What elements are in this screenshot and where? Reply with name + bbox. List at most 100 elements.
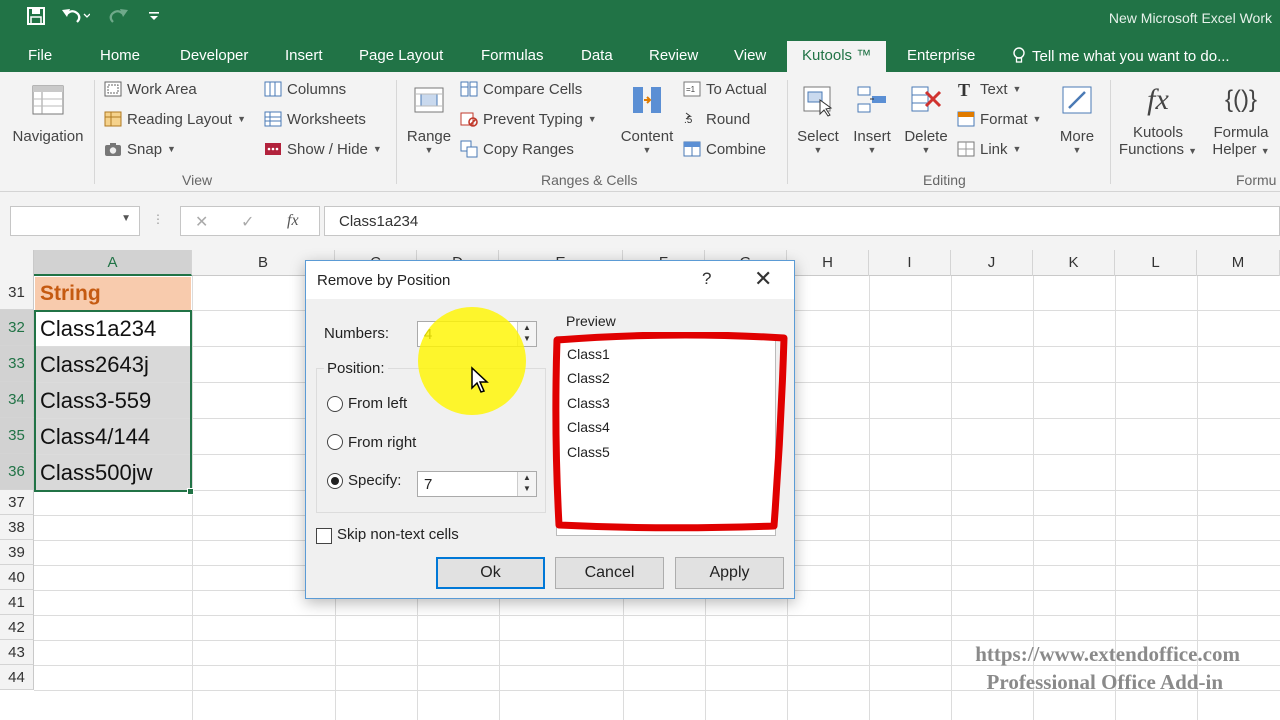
- row-header[interactable]: 41: [0, 590, 34, 615]
- worksheets-button[interactable]: Worksheets: [264, 110, 366, 128]
- undo-icon[interactable]: [60, 6, 90, 26]
- close-icon[interactable]: ✕: [754, 266, 772, 292]
- cancel-button[interactable]: Cancel: [555, 557, 664, 589]
- specify-radio[interactable]: [327, 473, 343, 489]
- format-button[interactable]: Format ▼: [957, 110, 1041, 128]
- tab-file[interactable]: File: [28, 47, 52, 64]
- cancel-icon[interactable]: ✕: [195, 212, 208, 232]
- skip-non-text-label[interactable]: Skip non-text cells: [337, 526, 459, 543]
- column-header[interactable]: L: [1115, 250, 1197, 276]
- snap-button[interactable]: Snap ▼: [104, 140, 176, 158]
- reading-layout-button[interactable]: Reading Layout ▼: [104, 110, 246, 128]
- from-left-radio[interactable]: [327, 396, 343, 412]
- specify-spinbox[interactable]: 7 ▲ ▼: [417, 471, 537, 497]
- row-header[interactable]: 39: [0, 540, 34, 565]
- reading-layout-icon: [104, 111, 122, 127]
- redo-icon[interactable]: [104, 6, 134, 26]
- round-button[interactable]: .5 Round: [683, 110, 750, 128]
- row-header[interactable]: 35: [0, 418, 34, 454]
- row-header[interactable]: 36: [0, 454, 34, 490]
- spin-arrows-icon[interactable]: ▲ ▼: [517, 472, 536, 496]
- row-header[interactable]: 38: [0, 515, 34, 540]
- row-header[interactable]: 44: [0, 665, 34, 690]
- tab-insert[interactable]: Insert: [285, 47, 323, 64]
- select-all-corner[interactable]: [0, 250, 34, 276]
- navigation-label: Navigation: [12, 128, 84, 145]
- customize-qat-icon[interactable]: [148, 9, 160, 23]
- mouse-cursor-icon: [471, 366, 489, 393]
- link-label: Link: [980, 140, 1008, 158]
- delete-button[interactable]: Delete ▼: [901, 82, 951, 155]
- row-header[interactable]: 43: [0, 640, 34, 665]
- insert-button[interactable]: Insert ▼: [848, 82, 896, 155]
- tab-developer[interactable]: Developer: [180, 47, 248, 64]
- tab-review[interactable]: Review: [649, 47, 698, 64]
- column-header[interactable]: A: [34, 250, 192, 276]
- more-button[interactable]: More ▼: [1054, 82, 1100, 155]
- show-hide-button[interactable]: Show / Hide ▼: [264, 140, 382, 158]
- column-header[interactable]: J: [951, 250, 1033, 276]
- from-right-radio[interactable]: [327, 434, 343, 450]
- from-left-label[interactable]: From left: [348, 395, 407, 412]
- tab-home[interactable]: Home: [100, 47, 140, 64]
- fill-handle[interactable]: [187, 488, 194, 495]
- formula-helper-button[interactable]: {()} Formula Helper ▼: [1206, 82, 1276, 158]
- content-button[interactable]: Content ▼: [616, 82, 678, 155]
- ranges-group-label: Ranges & Cells: [541, 172, 638, 188]
- row-header[interactable]: 40: [0, 565, 34, 590]
- camera-icon: [105, 143, 121, 156]
- apply-button[interactable]: Apply: [675, 557, 784, 589]
- insert-function-icon[interactable]: fx: [287, 212, 299, 230]
- from-right-label[interactable]: From right: [348, 434, 416, 451]
- text-button[interactable]: T Text ▼: [957, 80, 1021, 98]
- prevent-typing-button[interactable]: Prevent Typing ▼: [460, 110, 597, 128]
- column-header[interactable]: M: [1197, 250, 1280, 276]
- compare-cells-button[interactable]: Compare Cells: [460, 80, 582, 98]
- tab-kutools[interactable]: Kutools ™: [787, 41, 887, 72]
- name-box[interactable]: ▼: [10, 206, 140, 236]
- cell-header-string[interactable]: String: [35, 277, 191, 310]
- tab-view[interactable]: View: [734, 47, 766, 64]
- row-header[interactable]: 33: [0, 346, 34, 382]
- row-header[interactable]: 31: [0, 276, 34, 310]
- numbers-label: Numbers:: [324, 325, 390, 342]
- skip-non-text-checkbox[interactable]: [316, 528, 332, 544]
- range-button[interactable]: Range ▼: [404, 82, 454, 155]
- tab-enterprise[interactable]: Enterprise: [907, 47, 975, 64]
- row-header[interactable]: 42: [0, 615, 34, 640]
- fx-icon: fx: [1147, 83, 1169, 116]
- save-icon[interactable]: [26, 6, 46, 26]
- row-header[interactable]: 37: [0, 490, 34, 515]
- to-actual-button[interactable]: =1 To Actual: [683, 80, 767, 98]
- row-header[interactable]: 32: [0, 310, 34, 346]
- drag-handle-icon[interactable]: ⋮: [152, 212, 164, 226]
- column-header[interactable]: K: [1033, 250, 1115, 276]
- ribbon-separator: [787, 80, 788, 184]
- work-area-button[interactable]: Work Area: [104, 80, 197, 98]
- ribbon-tabs: File Home Developer Insert Page Layout F…: [0, 38, 1280, 72]
- specify-label[interactable]: Specify:: [348, 472, 401, 489]
- view-group-label: View: [182, 172, 213, 188]
- chevron-down-icon: ▼: [1072, 145, 1082, 155]
- navigation-button[interactable]: Navigation: [8, 82, 88, 145]
- combine-button[interactable]: Combine: [683, 140, 766, 158]
- copy-ranges-button[interactable]: Copy Ranges: [460, 140, 574, 158]
- columns-button[interactable]: Columns: [264, 80, 346, 98]
- tab-formulas[interactable]: Formulas: [481, 47, 544, 64]
- help-icon[interactable]: ?: [702, 269, 711, 289]
- formula-input[interactable]: Class1a234: [324, 206, 1280, 236]
- column-header[interactable]: I: [869, 250, 951, 276]
- tell-me-search[interactable]: Tell me what you want to do...: [1012, 47, 1230, 65]
- row-header[interactable]: 34: [0, 382, 34, 418]
- enter-icon[interactable]: ✓: [241, 212, 254, 232]
- work-area-label: Work Area: [127, 80, 197, 98]
- select-button[interactable]: Select ▼: [793, 82, 843, 155]
- columns-label: Columns: [287, 80, 347, 98]
- column-header[interactable]: H: [787, 250, 869, 276]
- kutools-functions-button[interactable]: fx Kutools Functions ▼: [1118, 82, 1198, 158]
- tab-data[interactable]: Data: [581, 47, 613, 64]
- ok-button[interactable]: Ok: [436, 557, 545, 589]
- chevron-down-icon: ▼: [424, 145, 434, 155]
- tab-page-layout[interactable]: Page Layout: [359, 47, 443, 64]
- link-button[interactable]: Link ▼: [957, 140, 1021, 158]
